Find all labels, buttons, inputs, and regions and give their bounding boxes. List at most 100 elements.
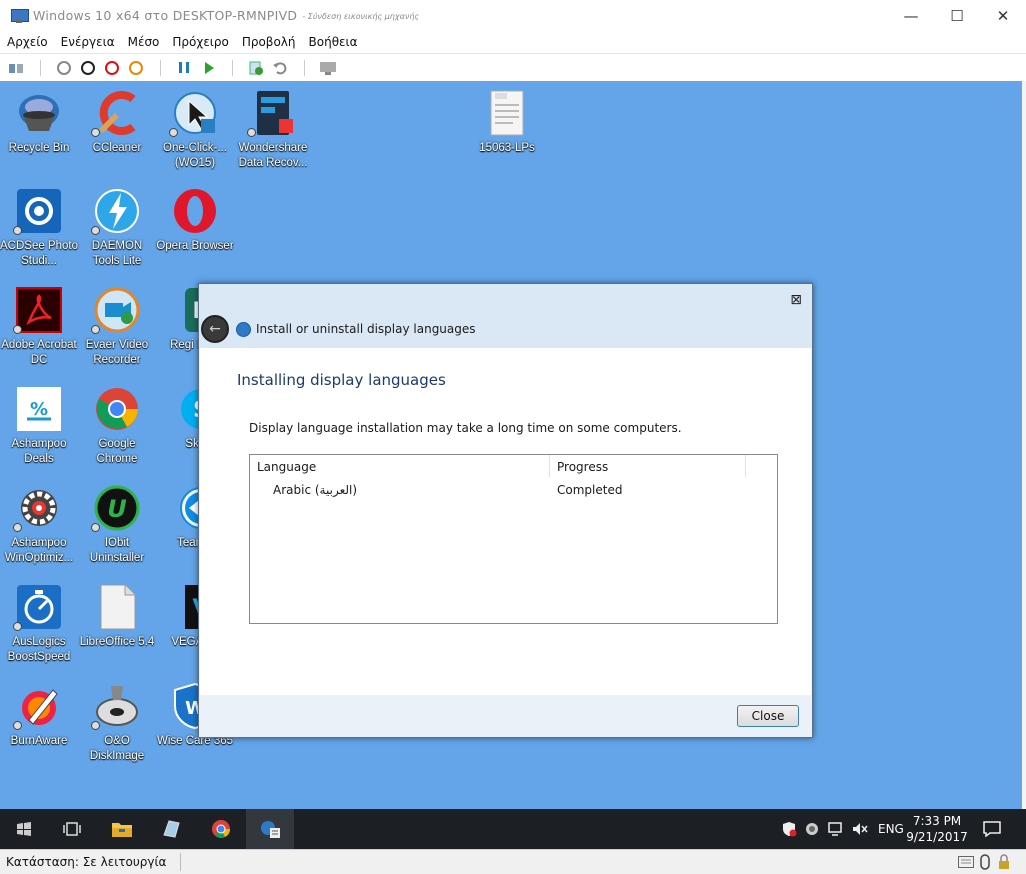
lock-icon [998,854,1010,873]
ashampoo-deals-icon: % [15,385,63,433]
desktop-icon-wondershare[interactable]: Wondershare Data Recov... [234,89,312,171]
security-shield-icon[interactable] [778,821,800,837]
desktop-icon-daemon-tools[interactable]: DAEMON Tools Lite [78,187,156,269]
close-button[interactable]: ✕ [980,0,1026,31]
menu-help[interactable]: Βοήθεια [302,35,364,49]
start-icon[interactable] [55,59,73,77]
one-click-icon [169,89,219,137]
winoptimizer-icon [13,484,63,532]
keyboard-icon [958,856,974,871]
chrome-icon [212,820,230,838]
menu-view[interactable]: Προβολή [235,35,302,49]
desktop-icon-libreoffice[interactable]: LibreOffice 5.4 [78,583,156,650]
menu-action[interactable]: Ενέργεια [54,35,121,49]
dialog-header: ⊠ ← Install or uninstall display languag… [199,284,812,348]
turn-off-icon[interactable] [79,59,97,77]
shutdown-icon[interactable] [103,59,121,77]
back-button[interactable]: ← [201,315,229,343]
evaer-icon [91,286,141,334]
app-icon [163,820,180,838]
taskbar-app[interactable] [147,809,195,849]
oo-diskimage-icon [91,682,141,730]
task-view-icon [63,822,81,836]
page-title: Installing display languages [237,371,446,389]
enhanced-session-icon[interactable] [319,59,337,77]
dialog-close-icon[interactable]: ⊠ [790,292,802,308]
menu-bar: Αρχείο Ενέργεια Μέσο Πρόχειρο Προβολή Βο… [0,31,1026,53]
minimize-button[interactable]: — [888,0,934,31]
desktop-icon-iobit-uninstaller[interactable]: U IObit Uninstaller [78,484,156,566]
libreoffice-icon [93,583,141,631]
menu-media[interactable]: Μέσο [121,35,166,49]
install-languages-dialog: ⊠ ← Install or uninstall display languag… [198,283,813,738]
maximize-button[interactable]: ☐ [934,0,980,31]
taskbar-chrome[interactable] [197,809,245,849]
chrome-icon [93,385,141,433]
task-view-button[interactable] [48,809,96,849]
mouse-icon [980,854,990,873]
window-subtitle: - Σύνδεση εικονικής μηχανής [302,11,420,21]
revert-icon[interactable] [271,59,289,77]
taskbar-clock[interactable]: 7:33 PM 9/21/2017 [902,813,972,845]
daemon-tools-icon [91,187,141,235]
recycle-bin-icon [15,89,63,137]
acdsee-icon [13,187,63,235]
input-language[interactable]: ENG [878,822,904,836]
desktop-icon-evaer[interactable]: Evaer Video Recorder [78,286,156,368]
desktop-icon-google-chrome[interactable]: Google Chrome [78,385,156,467]
language-list[interactable]: Language Progress Arabic (العربية) Compl… [249,454,778,624]
resume-icon[interactable] [199,59,217,77]
desktop-icon-opera[interactable]: Opera Browser [156,187,234,254]
language-progress: Completed [557,483,623,497]
taskbar-file-explorer[interactable] [98,809,146,849]
scroll-edge [1022,81,1026,809]
wondershare-icon [247,89,297,137]
start-button[interactable] [0,809,48,849]
toolbar-separator [31,59,49,77]
ctrl-alt-del-icon[interactable] [7,59,25,77]
windows-logo-icon [17,822,31,836]
status-divider [180,853,181,871]
taskbar: ENG 7:33 PM 9/21/2017 [0,809,1026,849]
desktop-icon-oo-diskimage[interactable]: O&O DiskImage [78,682,156,764]
menu-file[interactable]: Αρχείο [0,35,54,49]
desktop-icon-recycle-bin[interactable]: Recycle Bin [0,89,78,156]
tray-app-icon[interactable] [800,821,824,837]
desktop-icon-adobe-acrobat[interactable]: Adobe Acrobat DC [0,286,78,368]
desktop-icon-burnaware[interactable]: BurnAware [0,682,78,749]
pause-icon[interactable] [175,59,193,77]
taskbar-language-settings[interactable] [246,809,294,849]
column-header-progress[interactable]: Progress [550,455,746,477]
vm-connect-icon [11,8,29,23]
checkpoint-icon[interactable] [247,59,265,77]
menu-clipboard[interactable]: Πρόχειρο [165,35,234,49]
ccleaner-icon [91,89,141,137]
desktop-icon-acdsee[interactable]: ACDSee Photo Studi... [0,187,78,269]
acrobat-icon [13,286,63,334]
desktop-icon-auslogics[interactable]: AusLogics BoostSpeed [0,583,78,665]
opera-icon [171,187,219,235]
volume-muted-icon[interactable] [848,821,872,837]
system-tray: ENG [778,809,904,849]
text-file-icon [483,89,531,137]
dialog-body: Installing display languages Display lan… [200,348,811,695]
network-icon[interactable] [824,821,848,837]
desktop-icon-ccleaner[interactable]: CCleaner [78,89,156,156]
desktop-icon-ashampoo-winoptimizer[interactable]: Ashampoo WinOptimiz... [0,484,78,566]
desktop-icon-lps-file[interactable]: 15063-LPs [468,89,546,156]
column-header-language[interactable]: Language [250,455,550,477]
desktop-icon-one-click[interactable]: One-Click-... (WO15) [156,89,234,171]
host-title-bar: Windows 10 x64 στο DESKTOP-RMNPIVD - Σύν… [0,0,1026,31]
save-state-icon[interactable] [127,59,145,77]
language-settings-icon [236,322,251,337]
action-center-button[interactable] [968,809,1016,849]
burnaware-icon [13,682,63,730]
dialog-header-title: Install or uninstall display languages [256,322,476,336]
install-description: Display language installation may take a… [249,421,682,435]
clock-date: 9/21/2017 [906,830,968,844]
dialog-footer: Close [199,695,812,737]
clock-time: 7:33 PM [912,814,962,828]
toolbar-separator [223,59,241,77]
close-dialog-button[interactable]: Close [737,705,799,727]
desktop-icon-ashampoo-deals[interactable]: % Ashampoo Deals [0,385,78,467]
